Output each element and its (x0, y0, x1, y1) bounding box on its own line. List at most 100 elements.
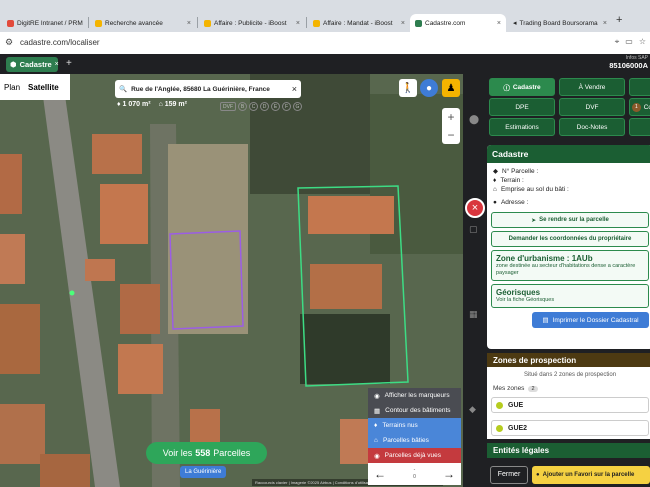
dpe-letter: D (260, 102, 269, 111)
count-badge: 1 (632, 102, 641, 112)
location-icon[interactable]: ⌖ (615, 37, 620, 47)
next-arrow-icon[interactable]: → (443, 467, 455, 481)
site-settings-icon[interactable]: ⚙ (5, 37, 13, 48)
document-icon[interactable]: ▢ (469, 224, 481, 236)
pin-icon[interactable]: ⬤ (469, 114, 481, 126)
browser-tab-digitre[interactable]: DigitRE Intranet / PRM (2, 14, 88, 32)
map-type-satellite[interactable]: Satellite (24, 83, 63, 92)
tab-favicon-icon (415, 19, 422, 27)
app-tab-bar: ⬢ Cadastre × + Infos SAP 85106000A (0, 54, 650, 74)
voir-suffix: Parcelles (213, 448, 251, 458)
map-type-plan[interactable]: Plan (0, 83, 24, 92)
close-icon[interactable]: × (187, 20, 191, 27)
tab-cadastre[interactable]: ⓘ Cadastre (489, 78, 555, 96)
zone-color-dot (496, 401, 503, 409)
tab-a-vendre[interactable]: À Vendre (559, 78, 625, 96)
app-tab-cadastre[interactable]: ⬢ Cadastre × (6, 57, 59, 72)
georisques-link[interactable]: Voir la fiche Géorisques (496, 297, 644, 304)
close-icon[interactable]: × (401, 20, 405, 27)
house-icon: ⌂ (374, 437, 378, 444)
dpe-letter: F (282, 102, 291, 111)
tab-estimations-label: Estimations (505, 123, 539, 131)
zone-item[interactable]: GUE2 (491, 420, 649, 436)
navigator-count: 0 (413, 474, 416, 480)
ajouter-favori-button[interactable]: ● Ajouter un Favori sur la parcelle (532, 465, 650, 484)
url-field[interactable]: cadastre.com/localiser (20, 38, 100, 47)
tab-more[interactable] (629, 78, 650, 96)
contour-label: Contour des bâtiments (385, 407, 451, 414)
previous-arrow-icon[interactable]: ← (374, 467, 386, 481)
browser-tab-cadastre[interactable]: Cadastre.com × (410, 14, 506, 32)
pin-icon: ● (493, 199, 497, 206)
bookmark-star-icon[interactable]: ☆ (639, 37, 646, 47)
close-panel-button[interactable]: × (465, 198, 485, 218)
browser-tab-bar: DigitRE Intranet / PRM Recherche avancée… (0, 0, 650, 32)
eye-icon: ◉ (374, 392, 380, 400)
georisques[interactable]: Géorisques Voir la fiche Géorisques (491, 284, 649, 308)
address-search-value[interactable]: Rue de l'Anglée, 85680 La Guérinière, Fr… (131, 86, 270, 93)
browser-tab-trading[interactable]: ◂ Trading Board Boursorama × (508, 14, 612, 32)
ajouter-favori-label: Ajouter un Favori sur la parcelle (542, 471, 635, 478)
address-bar: ⚙ cadastre.com/localiser ⌖ ▭ ☆ (0, 32, 650, 54)
parcelles-vues-toggle[interactable]: ◉ Parcelles déjà vues (368, 448, 461, 463)
pegman-button[interactable]: ♟ (442, 79, 460, 97)
tab-dpe[interactable]: DPE (489, 98, 555, 116)
tab-estimations[interactable]: Estimations (489, 118, 555, 136)
terrains-nus-label: Terrains nus (382, 422, 418, 429)
navigate-arrow-icon: ➤ (531, 217, 537, 224)
browser-tab-mandat[interactable]: Affaire : Mandat - iBoost × (308, 14, 410, 32)
field-label: Emprise au sol du bâti : (500, 186, 569, 193)
contour-batiments-toggle[interactable]: ▦ Contour des bâtiments (368, 403, 461, 418)
browser-tab-recherche[interactable]: Recherche avancée × (90, 14, 196, 32)
tab-contacts[interactable]: 1 Co (629, 98, 650, 116)
add-app-tab-button[interactable]: + (66, 58, 72, 69)
cadastre-logo-icon: ⬢ (10, 60, 17, 69)
zone-color-dot (496, 424, 503, 432)
terrain-area-value: 1 070 m² (122, 101, 151, 108)
zone-item[interactable]: GUE (491, 397, 649, 413)
dpe-letter: B (238, 102, 247, 111)
clear-search-icon[interactable]: × (292, 84, 297, 94)
zone-name: GUE (508, 401, 524, 409)
terrains-nus-toggle[interactable]: ♦ Terrains nus (368, 418, 461, 433)
prospection-subtitle: Situé dans 2 zones de prospection (523, 372, 617, 378)
tab-doc-notes[interactable]: Doc-Notes (559, 118, 625, 136)
screen-cast-icon[interactable]: ▭ (625, 37, 633, 47)
close-icon[interactable]: × (55, 61, 59, 68)
zoom-out-button[interactable]: − (442, 126, 460, 144)
close-icon[interactable]: × (603, 20, 607, 27)
rendre-parcelle-button[interactable]: ➤ Se rendre sur la parcelle (491, 212, 649, 228)
parcelles-baties-toggle[interactable]: ⌂ Parcelles bâties (368, 433, 461, 448)
afficher-marqueurs-toggle[interactable]: ◉ Afficher les marqueurs (368, 388, 461, 403)
globe-icon: ● (425, 82, 433, 94)
prospection-section-2: GUE2 (487, 417, 650, 439)
terrain-field: ♦ Terrain : (487, 176, 650, 185)
close-icon[interactable]: × (296, 20, 300, 27)
georisques-title: Géorisques (496, 288, 541, 297)
parcel-number-field: ◆ N° Parcelle : (487, 166, 650, 176)
commune-tag[interactable]: La Guérinière (180, 466, 227, 478)
building-icon[interactable]: ▦ (469, 309, 481, 321)
globe-view-button[interactable]: ● (420, 79, 438, 97)
close-icon[interactable]: × (497, 20, 501, 27)
new-tab-button[interactable]: + (616, 14, 622, 26)
street-view-button[interactable]: 🚶 (399, 79, 417, 97)
rendre-parcelle-label: Se rendre sur la parcelle (539, 217, 609, 223)
afficher-label: Afficher les marqueurs (384, 392, 450, 399)
coords-proprietaire-button[interactable]: Demander les coordonnées du propriétaire (491, 231, 649, 247)
zoom-in-button[interactable]: + (442, 108, 460, 126)
tag-icon[interactable]: ◆ (469, 404, 481, 416)
tab-more-2[interactable] (629, 118, 650, 136)
fermer-button[interactable]: Fermer (490, 465, 528, 484)
tab-dpe-label: DPE (515, 103, 529, 111)
satellite-map[interactable]: Plan Satellite 🔍 Rue de l'Anglée, 85680 … (0, 74, 487, 487)
voir-parcelles-button[interactable]: Voir les 558 Parcelles (146, 442, 267, 464)
info-icon: ⓘ (503, 85, 510, 92)
browser-tab-publicite[interactable]: Affaire : Publicite - iBoost × (199, 14, 305, 32)
print-dossier-button[interactable]: ▤ Imprimer le Dossier Cadastral (532, 312, 649, 328)
tab-dvf[interactable]: DVF (559, 98, 625, 116)
tab-label: DigitRE Intranet / PRM (17, 19, 83, 27)
address-search[interactable]: 🔍 Rue de l'Anglée, 85680 La Guérinière, … (115, 80, 301, 98)
house-icon: ⌂ (158, 101, 163, 108)
building-area: ⌂ 159 m² (159, 101, 187, 108)
